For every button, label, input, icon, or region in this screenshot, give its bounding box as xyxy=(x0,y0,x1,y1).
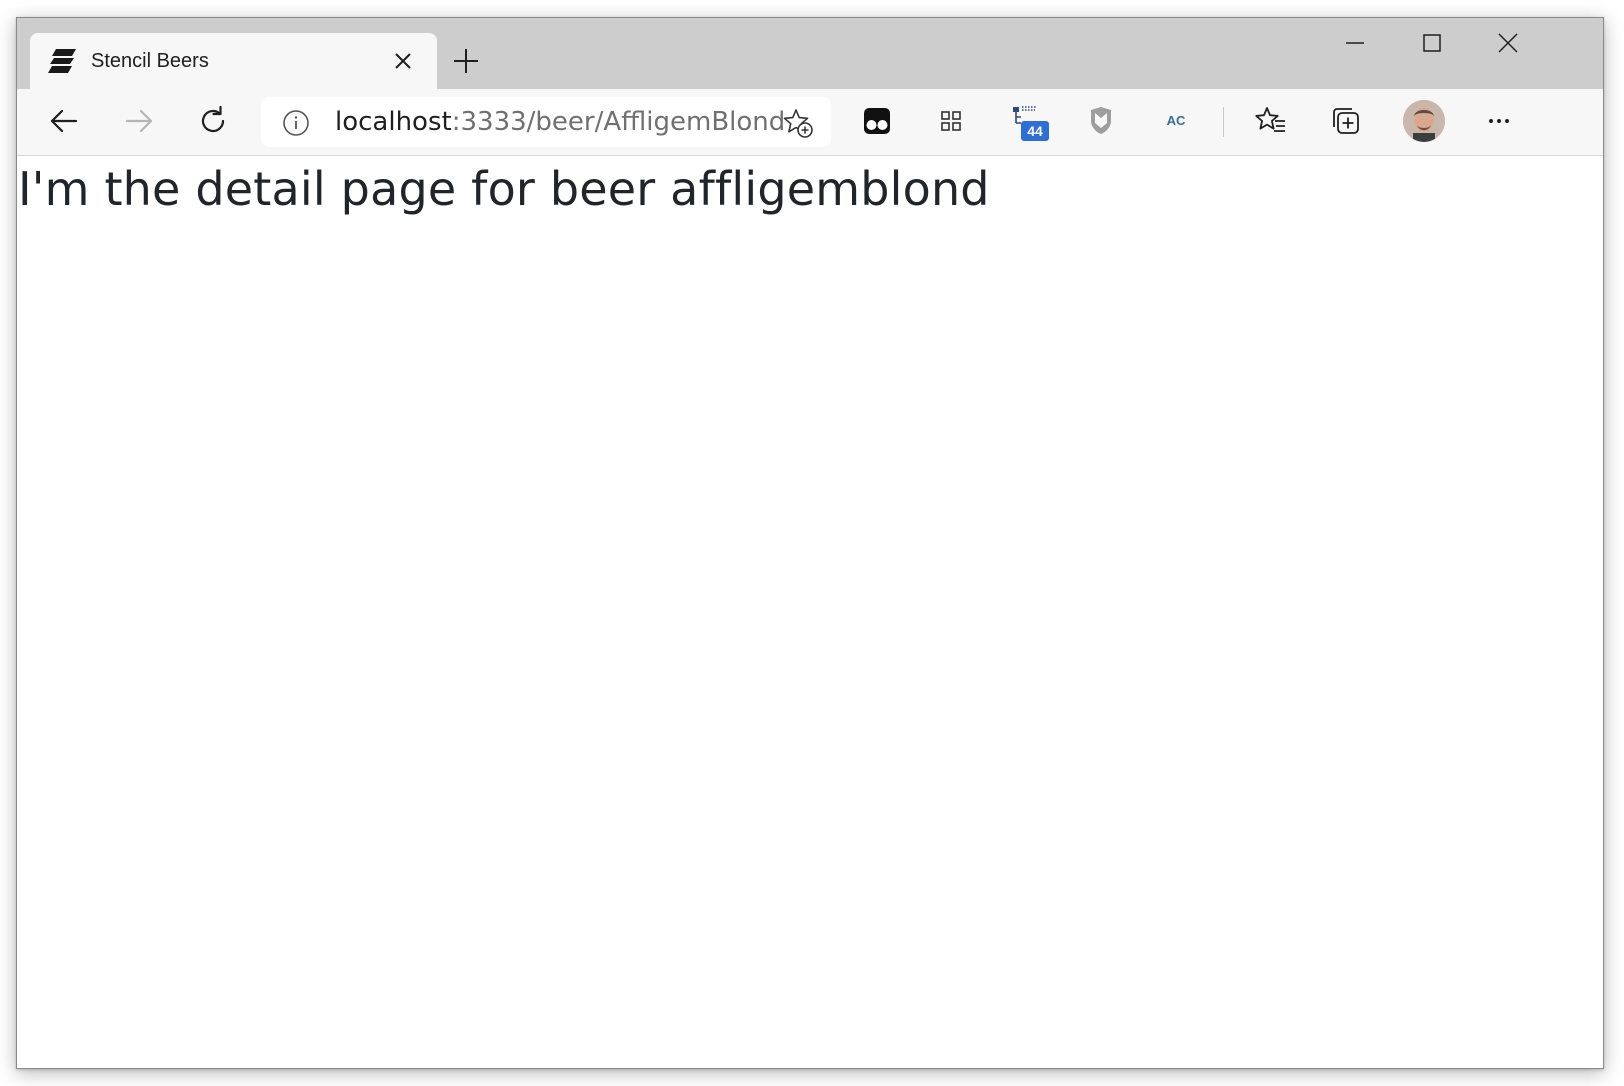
extension-shield[interactable] xyxy=(1083,103,1119,139)
new-tab-icon[interactable] xyxy=(451,46,481,76)
extension-tree-badge[interactable]: 44 xyxy=(1011,103,1051,141)
settings-more-button[interactable] xyxy=(1481,103,1517,139)
address-bar[interactable]: localhost:3333/beer/AffligemBlond xyxy=(261,97,831,147)
collections-button[interactable] xyxy=(1328,103,1364,139)
url-path: :3333/beer/AffligemBlond xyxy=(451,107,786,137)
close-tab-icon[interactable] xyxy=(391,49,415,73)
extension-badge-count: 44 xyxy=(1021,121,1049,141)
arrow-right-icon xyxy=(125,109,153,133)
collections-icon xyxy=(1333,108,1359,134)
maximize-icon[interactable] xyxy=(1417,32,1447,62)
grid-icon xyxy=(941,111,961,131)
extension-apps[interactable] xyxy=(933,103,969,139)
url-host: localhost xyxy=(335,107,452,137)
back-button[interactable] xyxy=(46,103,82,139)
favorites-button[interactable] xyxy=(1253,103,1289,139)
toolbar-separator xyxy=(1223,107,1224,137)
tampermonkey-icon xyxy=(864,108,890,134)
profile-photo-icon xyxy=(1403,100,1445,142)
forward-button[interactable] xyxy=(121,103,157,139)
more-icon xyxy=(1489,119,1509,123)
page-content: I'm the detail page for beer affligemblo… xyxy=(17,156,1603,1068)
stencil-logo-icon xyxy=(48,49,76,73)
extension-ac[interactable]: AC xyxy=(1158,103,1194,139)
browser-window: Stencil Beers localhost:3333/beer/Afflig… xyxy=(16,17,1604,1069)
profile-avatar[interactable] xyxy=(1403,100,1445,142)
add-favorite-icon[interactable] xyxy=(781,106,815,140)
tab-strip: Stencil Beers xyxy=(17,18,1603,89)
minimize-icon[interactable] xyxy=(1340,32,1370,62)
info-icon[interactable] xyxy=(281,108,311,138)
page-heading: I'm the detail page for beer affligemblo… xyxy=(18,162,990,216)
tab-title: Stencil Beers xyxy=(91,50,209,72)
close-window-icon[interactable] xyxy=(1493,32,1523,62)
extension-tampermonkey[interactable] xyxy=(859,103,895,139)
refresh-button[interactable] xyxy=(195,103,231,139)
arrow-left-icon xyxy=(50,109,78,133)
url-text[interactable]: localhost:3333/beer/AffligemBlond xyxy=(335,107,785,137)
browser-toolbar: localhost:3333/beer/AffligemBlond 44 AC xyxy=(17,89,1603,156)
ac-label: AC xyxy=(1167,113,1186,128)
tab-active[interactable]: Stencil Beers xyxy=(30,33,437,89)
ac-icon: AC xyxy=(1167,113,1186,128)
shield-icon xyxy=(1091,107,1111,134)
favorites-list-icon xyxy=(1255,107,1285,132)
refresh-icon xyxy=(201,105,225,133)
